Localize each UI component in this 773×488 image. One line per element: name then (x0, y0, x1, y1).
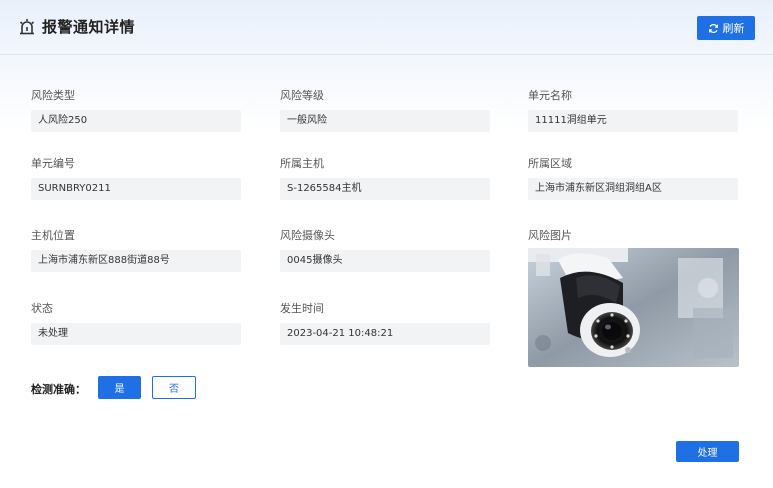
risk-level-label: 风险等级 (280, 89, 324, 102)
refresh-icon (708, 23, 718, 33)
risk-photo-label: 风险图片 (528, 229, 572, 242)
host-location-value: 上海市浦东新区888街道88号 (31, 250, 241, 272)
unit-name-field: 单元名称 11111洞组单元 (528, 89, 738, 132)
camera-value: 0045摄像头 (280, 250, 490, 272)
risk-type-value: 人风险250 (31, 110, 241, 132)
risk-type-label: 风险类型 (31, 89, 75, 102)
detection-accuracy-label: 检测准确： (31, 383, 86, 396)
area-label: 所属区域 (528, 157, 572, 170)
area-field: 所属区域 上海市浦东新区洞组洞组A区 (528, 157, 738, 200)
yes-button[interactable]: 是 (98, 376, 141, 399)
camera-label: 风险摄像头 (280, 229, 335, 242)
unit-code-label: 单元编号 (31, 157, 75, 170)
unit-name-label: 单元名称 (528, 89, 572, 102)
unit-code-value: SURNBRY0211 (31, 178, 241, 200)
host-location-field: 主机位置 上海市浦东新区888街道88号 (31, 229, 241, 272)
process-button[interactable]: 处理 (676, 441, 739, 462)
host-value: S-1265584主机 (280, 178, 490, 200)
unit-code-field: 单元编号 SURNBRY0211 (31, 157, 241, 200)
status-label: 状态 (31, 302, 53, 315)
refresh-button[interactable]: 刷新 (697, 16, 755, 40)
risk-type-field: 风险类型 人风险250 (31, 89, 241, 132)
risk-photo[interactable] (528, 248, 739, 367)
status-value: 未处理 (31, 323, 241, 345)
risk-level-value: 一般风险 (280, 110, 490, 132)
time-field: 发生时间 2023-04-21 10:48:21 (280, 302, 490, 345)
camera-field: 风险摄像头 0045摄像头 (280, 229, 490, 272)
unit-name-value: 11111洞组单元 (528, 110, 738, 132)
risk-photo-field: 风险图片 (528, 229, 739, 367)
risk-level-field: 风险等级 一般风险 (280, 89, 490, 132)
no-button[interactable]: 否 (152, 376, 196, 399)
status-field: 状态 未处理 (31, 302, 241, 345)
time-label: 发生时间 (280, 302, 324, 315)
area-value: 上海市浦东新区洞组洞组A区 (528, 178, 738, 200)
host-location-label: 主机位置 (31, 229, 75, 242)
host-label: 所属主机 (280, 157, 324, 170)
page-title: 报警通知详情 (42, 18, 136, 36)
refresh-label: 刷新 (722, 22, 745, 35)
page-header: 报警通知详情 刷新 (0, 0, 773, 55)
time-value: 2023-04-21 10:48:21 (280, 323, 490, 345)
alarm-icon (19, 19, 35, 35)
host-field: 所属主机 S-1265584主机 (280, 157, 490, 200)
